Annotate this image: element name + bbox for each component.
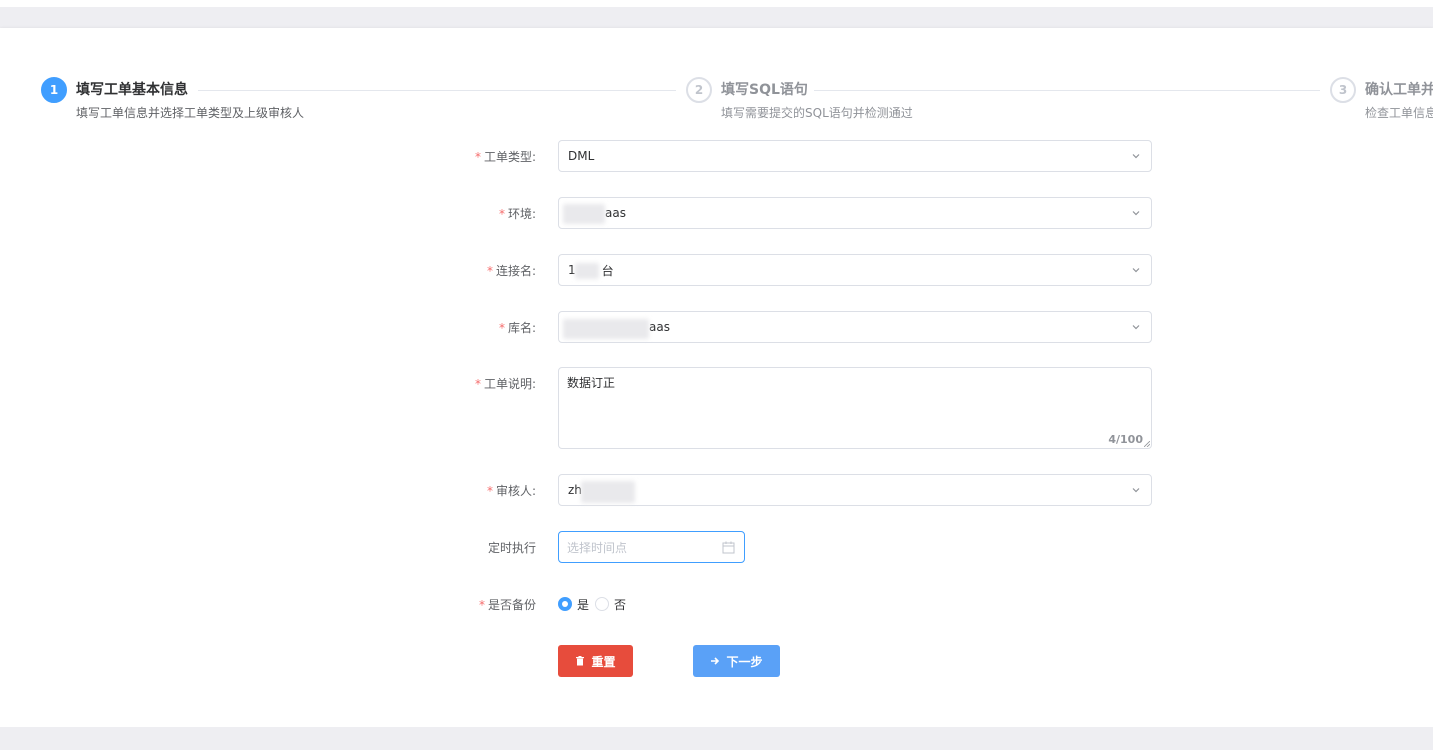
backup-radio-no[interactable]: 否 [595, 596, 626, 613]
reset-button-label: 重置 [591, 654, 616, 669]
redacted-mask [563, 319, 649, 339]
environment-select[interactable]: aas [558, 197, 1152, 229]
schedule-label: 定时执行 [487, 541, 536, 555]
schedule-placeholder: 选择时间点 [567, 540, 628, 555]
radio-unchecked-icon [595, 597, 610, 611]
required-mark: * [486, 264, 493, 278]
description-label: * 工单说明: [440, 375, 548, 392]
top-strip [0, 0, 1433, 7]
step-3-title: 确认工单并 [1365, 82, 1433, 98]
step-1: 1 填写工单基本信息 填写工单信息并选择工单类型及上级审核人 [41, 77, 681, 125]
order-type-value: DML [568, 149, 595, 163]
redacted-mask [581, 481, 635, 503]
schedule-row: 定时执行 选择时间点 [440, 531, 1152, 563]
environment-row: * 环境: aas [440, 197, 1152, 229]
connection-select[interactable]: 1 台 [558, 254, 1152, 286]
resize-grip-icon[interactable] [1144, 441, 1150, 447]
step-2-number: 2 [686, 77, 712, 103]
step-3-description: 检查工单信息 [1365, 106, 1433, 120]
chevron-down-icon [1132, 154, 1140, 159]
reviewer-value: zh [568, 483, 582, 497]
character-counter: 4/100 [1108, 433, 1143, 446]
redacted-mask [563, 204, 605, 224]
step-2-title: 填写SQL语句 [721, 82, 808, 98]
reviewer-select[interactable]: zh [558, 474, 1152, 506]
step-2-description: 填写需要提交的SQL语句并检测通过 [721, 106, 913, 120]
arrow-right-icon [711, 657, 720, 665]
step-1-title: 填写工单基本信息 [76, 82, 188, 98]
chevron-down-icon [1132, 268, 1140, 273]
required-mark: * [474, 377, 481, 391]
environment-label: * 环境: [440, 205, 548, 222]
database-row: * 库名: aas [440, 311, 1152, 343]
next-step-button-label: 下一步 [726, 654, 763, 669]
trash-icon [576, 656, 585, 666]
reviewer-label-text: 审核人: [495, 484, 536, 498]
database-label-text: 库名: [507, 321, 536, 335]
required-mark: * [474, 150, 481, 164]
reviewer-row: * 审核人: zh [440, 474, 1152, 506]
backup-radio-yes[interactable]: 是 [558, 596, 589, 613]
chevron-down-icon [1132, 325, 1140, 330]
schedule-datetime-picker[interactable]: 选择时间点 [558, 531, 745, 563]
backup-label: * 是否备份 [440, 596, 548, 613]
step-2-connector [814, 90, 1320, 91]
step-2: 2 填写SQL语句 填写需要提交的SQL语句并检测通过 [686, 77, 1326, 125]
database-label: * 库名: [440, 319, 548, 336]
order-type-row: * 工单类型: DML [440, 140, 1152, 172]
order-type-label: * 工单类型: [440, 148, 548, 165]
required-mark: * [478, 598, 485, 612]
chevron-down-icon [1132, 488, 1140, 493]
radio-checked-icon [558, 597, 572, 611]
backup-no-label: 否 [614, 597, 627, 612]
bottom-area [0, 727, 1433, 750]
order-type-label-text: 工单类型: [483, 150, 536, 164]
step-3: 3 确认工单并 检查工单信息 [1330, 77, 1433, 125]
required-mark: * [486, 484, 493, 498]
step-1-connector [198, 90, 676, 91]
environment-label-text: 环境: [507, 207, 536, 221]
backup-radio-group: 是 否 [558, 595, 632, 613]
chevron-down-icon [1132, 211, 1140, 216]
connection-value-suffix: 台 [601, 263, 614, 278]
work-order-card: 1 填写工单基本信息 填写工单信息并选择工单类型及上级审核人 2 填写SQL语句… [0, 28, 1433, 727]
connection-row: * 连接名: 1 台 [440, 254, 1152, 286]
backup-row: * 是否备份 是 否 [440, 595, 1152, 613]
step-3-number: 3 [1330, 77, 1356, 103]
calendar-icon [722, 541, 735, 554]
database-select[interactable]: aas [558, 311, 1152, 343]
database-value: aas [649, 320, 670, 334]
environment-value: aas [605, 206, 626, 220]
reset-button[interactable]: 重置 [558, 645, 633, 677]
description-row: * 工单说明: 数据订正 4/100 [440, 367, 1152, 449]
description-textarea[interactable]: 数据订正 4/100 [558, 367, 1152, 449]
description-label-text: 工单说明: [483, 377, 536, 391]
step-1-description: 填写工单信息并选择工单类型及上级审核人 [76, 106, 305, 120]
required-mark: * [498, 321, 505, 335]
backup-label-text: 是否备份 [487, 598, 536, 612]
connection-label: * 连接名: [440, 262, 548, 279]
next-step-button[interactable]: 下一步 [693, 645, 780, 677]
order-type-select[interactable]: DML [558, 140, 1152, 172]
required-mark: * [498, 207, 505, 221]
backup-yes-label: 是 [577, 597, 590, 612]
step-1-number: 1 [41, 77, 67, 103]
reviewer-label: * 审核人: [440, 482, 548, 499]
redacted-mask [575, 263, 599, 279]
connection-label-text: 连接名: [495, 264, 536, 278]
description-value: 数据订正 [567, 376, 616, 390]
